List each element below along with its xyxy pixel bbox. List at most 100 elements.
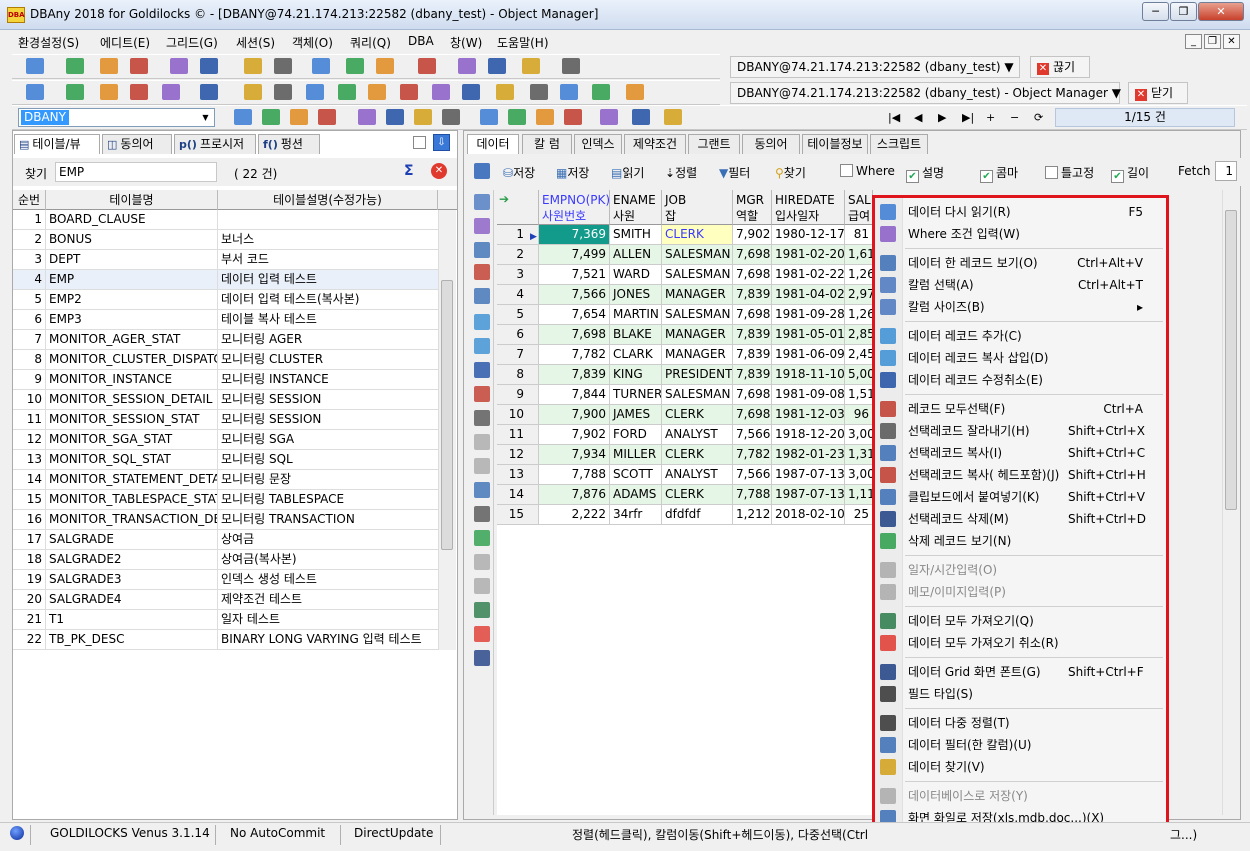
people-icon[interactable]	[442, 109, 460, 125]
grid-cell[interactable]: 1981-09-08	[772, 385, 845, 405]
chart-icon[interactable]	[312, 58, 330, 74]
context-menu-item[interactable]: 레코드 모두선택(F) Ctrl+A	[875, 398, 1166, 420]
arrow-right-icon[interactable]	[592, 84, 610, 100]
menu-item[interactable]: 에디트(E)	[100, 34, 150, 51]
context-menu-item[interactable]: 선택레코드 잘라내기(H) Shift+Ctrl+X	[875, 420, 1166, 442]
table-description[interactable]: 데이터 입력 테스트(복사본)	[218, 290, 438, 310]
report-icon[interactable]	[376, 58, 394, 74]
grid-cell[interactable]: 7,934	[539, 445, 610, 465]
table-description[interactable]: 인덱스 생성 테스트	[218, 570, 438, 590]
filter-button[interactable]: ▼필터	[719, 164, 750, 181]
run-icon[interactable]	[562, 58, 580, 74]
grid-row[interactable]: 14 7,876 ADAMS CLERK 7,788 1987-07-13 1,11	[497, 485, 873, 505]
grid-column-header[interactable]: SAL 급여	[845, 190, 873, 225]
window-close-icon[interactable]: ✕	[1198, 2, 1244, 21]
grid-cell[interactable]: 7,902	[539, 425, 610, 445]
context-menu-item[interactable]: 데이터 레코드 복사 삽입(D)	[875, 347, 1166, 369]
fetch-size-input[interactable]: 1	[1215, 161, 1237, 181]
db-icon[interactable]	[26, 84, 44, 100]
monitor-icon[interactable]	[346, 58, 364, 74]
grid-cell[interactable]: 1987-07-13	[772, 465, 845, 485]
paste-icon[interactable]	[474, 458, 490, 474]
table-description[interactable]: BINARY LONG VARYING 입력 테스트	[218, 630, 438, 650]
table-row[interactable]: 15 MONITOR_TABLESPACE_STAT 모니터링 TABLESPACE	[13, 490, 438, 510]
table-row[interactable]: 18 SALGRADE2 상여금(복사본)	[13, 550, 438, 570]
grid-cell[interactable]: 3,00	[845, 465, 873, 485]
grid-view-icon[interactable]	[474, 194, 490, 210]
table-row[interactable]: 17 SALGRADE 상여금	[13, 530, 438, 550]
grid-cell[interactable]: ANALYST	[662, 425, 733, 445]
grid-row[interactable]: 1 7,369 SMITH CLERK 7,902 1980-12-17 81 ▶	[497, 225, 873, 245]
grid-cell[interactable]: JONES	[610, 285, 662, 305]
comma-checkbox[interactable]: ✔ 콤마	[980, 164, 1018, 183]
save-button[interactable]: ⛁저장	[503, 164, 535, 181]
copy-icon[interactable]	[474, 434, 490, 450]
description-checkbox[interactable]: ✔ 설명	[906, 164, 944, 183]
grid-cell[interactable]: FORD	[610, 425, 662, 445]
table-row[interactable]: 22 TB_PK_DESC BINARY LONG VARYING 입력 테스트	[13, 630, 438, 650]
grid-cell[interactable]: 2,85	[845, 325, 873, 345]
table-row[interactable]: 7 MONITOR_AGER_STAT 모니터링 AGER	[13, 330, 438, 350]
left-tab-1[interactable]: ◫ 동의어	[102, 134, 172, 154]
grid-cell[interactable]: 7,698	[733, 405, 772, 425]
table-description[interactable]: 모니터링 문장	[218, 470, 438, 490]
context-menu-item[interactable]: 데이터 레코드 수정취소(E)	[875, 369, 1166, 391]
arrow-right-icon[interactable]	[66, 58, 84, 74]
context-menu-item[interactable]: 데이터 필터(한 칼럼)(U)	[875, 734, 1166, 756]
upload-icon[interactable]	[100, 58, 118, 74]
run-icon[interactable]	[530, 84, 548, 100]
grid-row[interactable]: 15 2,222 34rfr dfdfdf 1,212 2018-02-10 25	[497, 505, 873, 525]
table-description[interactable]: 모니터링 TABLESPACE	[218, 490, 438, 510]
table-description[interactable]: 모니터링 AGER	[218, 330, 438, 350]
grid-cell[interactable]: SCOTT	[610, 465, 662, 485]
grid-cell[interactable]: MANAGER	[662, 345, 733, 365]
table-row[interactable]: 3 DEPT 부서 코드	[13, 250, 438, 270]
table-row[interactable]: 11 MONITOR_SESSION_STAT 모니터링 SESSION	[13, 410, 438, 430]
context-menu-item[interactable]: 필드 타입(S)	[875, 683, 1166, 705]
upload-icon[interactable]	[626, 84, 644, 100]
grid-cell[interactable]: KING	[610, 365, 662, 385]
grid-column-header[interactable]: EMPNO(PK) 사원번호	[539, 190, 610, 225]
grid-cell[interactable]: 1,61	[845, 245, 873, 265]
help-icon[interactable]	[600, 109, 618, 125]
grid-row[interactable]: 5 7,654 MARTIN SALESMAN 7,698 1981-09-28 1,26	[497, 305, 873, 325]
grid-cell[interactable]: 2,45	[845, 345, 873, 365]
detail-tab-2[interactable]: 인덱스	[574, 134, 622, 154]
grid-cell[interactable]: 1981-12-03	[772, 405, 845, 425]
table-row[interactable]: 16MONITOR_TRANSACTION_DETAIL모니터링 TRANSAC…	[13, 510, 438, 530]
grid-cell[interactable]: 1981-02-20	[772, 245, 845, 265]
menu-item[interactable]: 그리드(G)	[166, 34, 218, 51]
schema-combo[interactable]: DBANY ▼	[18, 108, 215, 127]
context-menu-item[interactable]: 데이터 찾기(V)	[875, 756, 1166, 778]
grid-row[interactable]: 6 7,698 BLAKE MANAGER 7,839 1981-05-01 2,85	[497, 325, 873, 345]
grid-cell[interactable]: 1,26	[845, 265, 873, 285]
search-icon[interactable]	[418, 58, 436, 74]
grid-cell[interactable]: 81	[845, 225, 873, 245]
grid-row[interactable]: 8 7,839 KING PRESIDENT 7,839 1918-11-10 5,00	[497, 365, 873, 385]
grid-cell[interactable]: 1918-11-10	[772, 365, 845, 385]
grid-cell[interactable]: 7,499	[539, 245, 610, 265]
grid-cell[interactable]: 2,222	[539, 505, 610, 525]
save-file-button[interactable]: ▦저장	[556, 164, 589, 181]
table-description[interactable]: 모니터링 SESSION	[218, 390, 438, 410]
grid-column-header[interactable]: JOB 잡	[662, 190, 733, 225]
context-menu-item[interactable]: 데이터 모두 가져오기(Q)	[875, 610, 1166, 632]
menu-item[interactable]: 세션(S)	[236, 34, 275, 51]
table-row[interactable]: 21 T1 일자 테스트	[13, 610, 438, 630]
grid-view-icon[interactable]	[474, 163, 490, 179]
db-icon[interactable]	[234, 109, 252, 125]
table-description[interactable]: 상여금(복사본)	[218, 550, 438, 570]
grid-cell[interactable]: MANAGER	[662, 325, 733, 345]
grid-cell[interactable]: 1981-02-22	[772, 265, 845, 285]
help-icon[interactable]	[432, 84, 450, 100]
clear-search-icon[interactable]: ✕	[431, 163, 447, 179]
grid-cell[interactable]: MANAGER	[662, 285, 733, 305]
detail-tab-0[interactable]: 데이터	[467, 134, 519, 154]
download-icon[interactable]	[130, 84, 148, 100]
grid-cell[interactable]: CLERK	[662, 445, 733, 465]
where-checkbox[interactable]: Where	[840, 164, 895, 178]
chart-icon[interactable]	[480, 109, 498, 125]
grid-cell[interactable]: 7,839	[733, 345, 772, 365]
users-icon[interactable]	[244, 58, 262, 74]
table-description[interactable]: 모니터링 SESSION	[218, 410, 438, 430]
